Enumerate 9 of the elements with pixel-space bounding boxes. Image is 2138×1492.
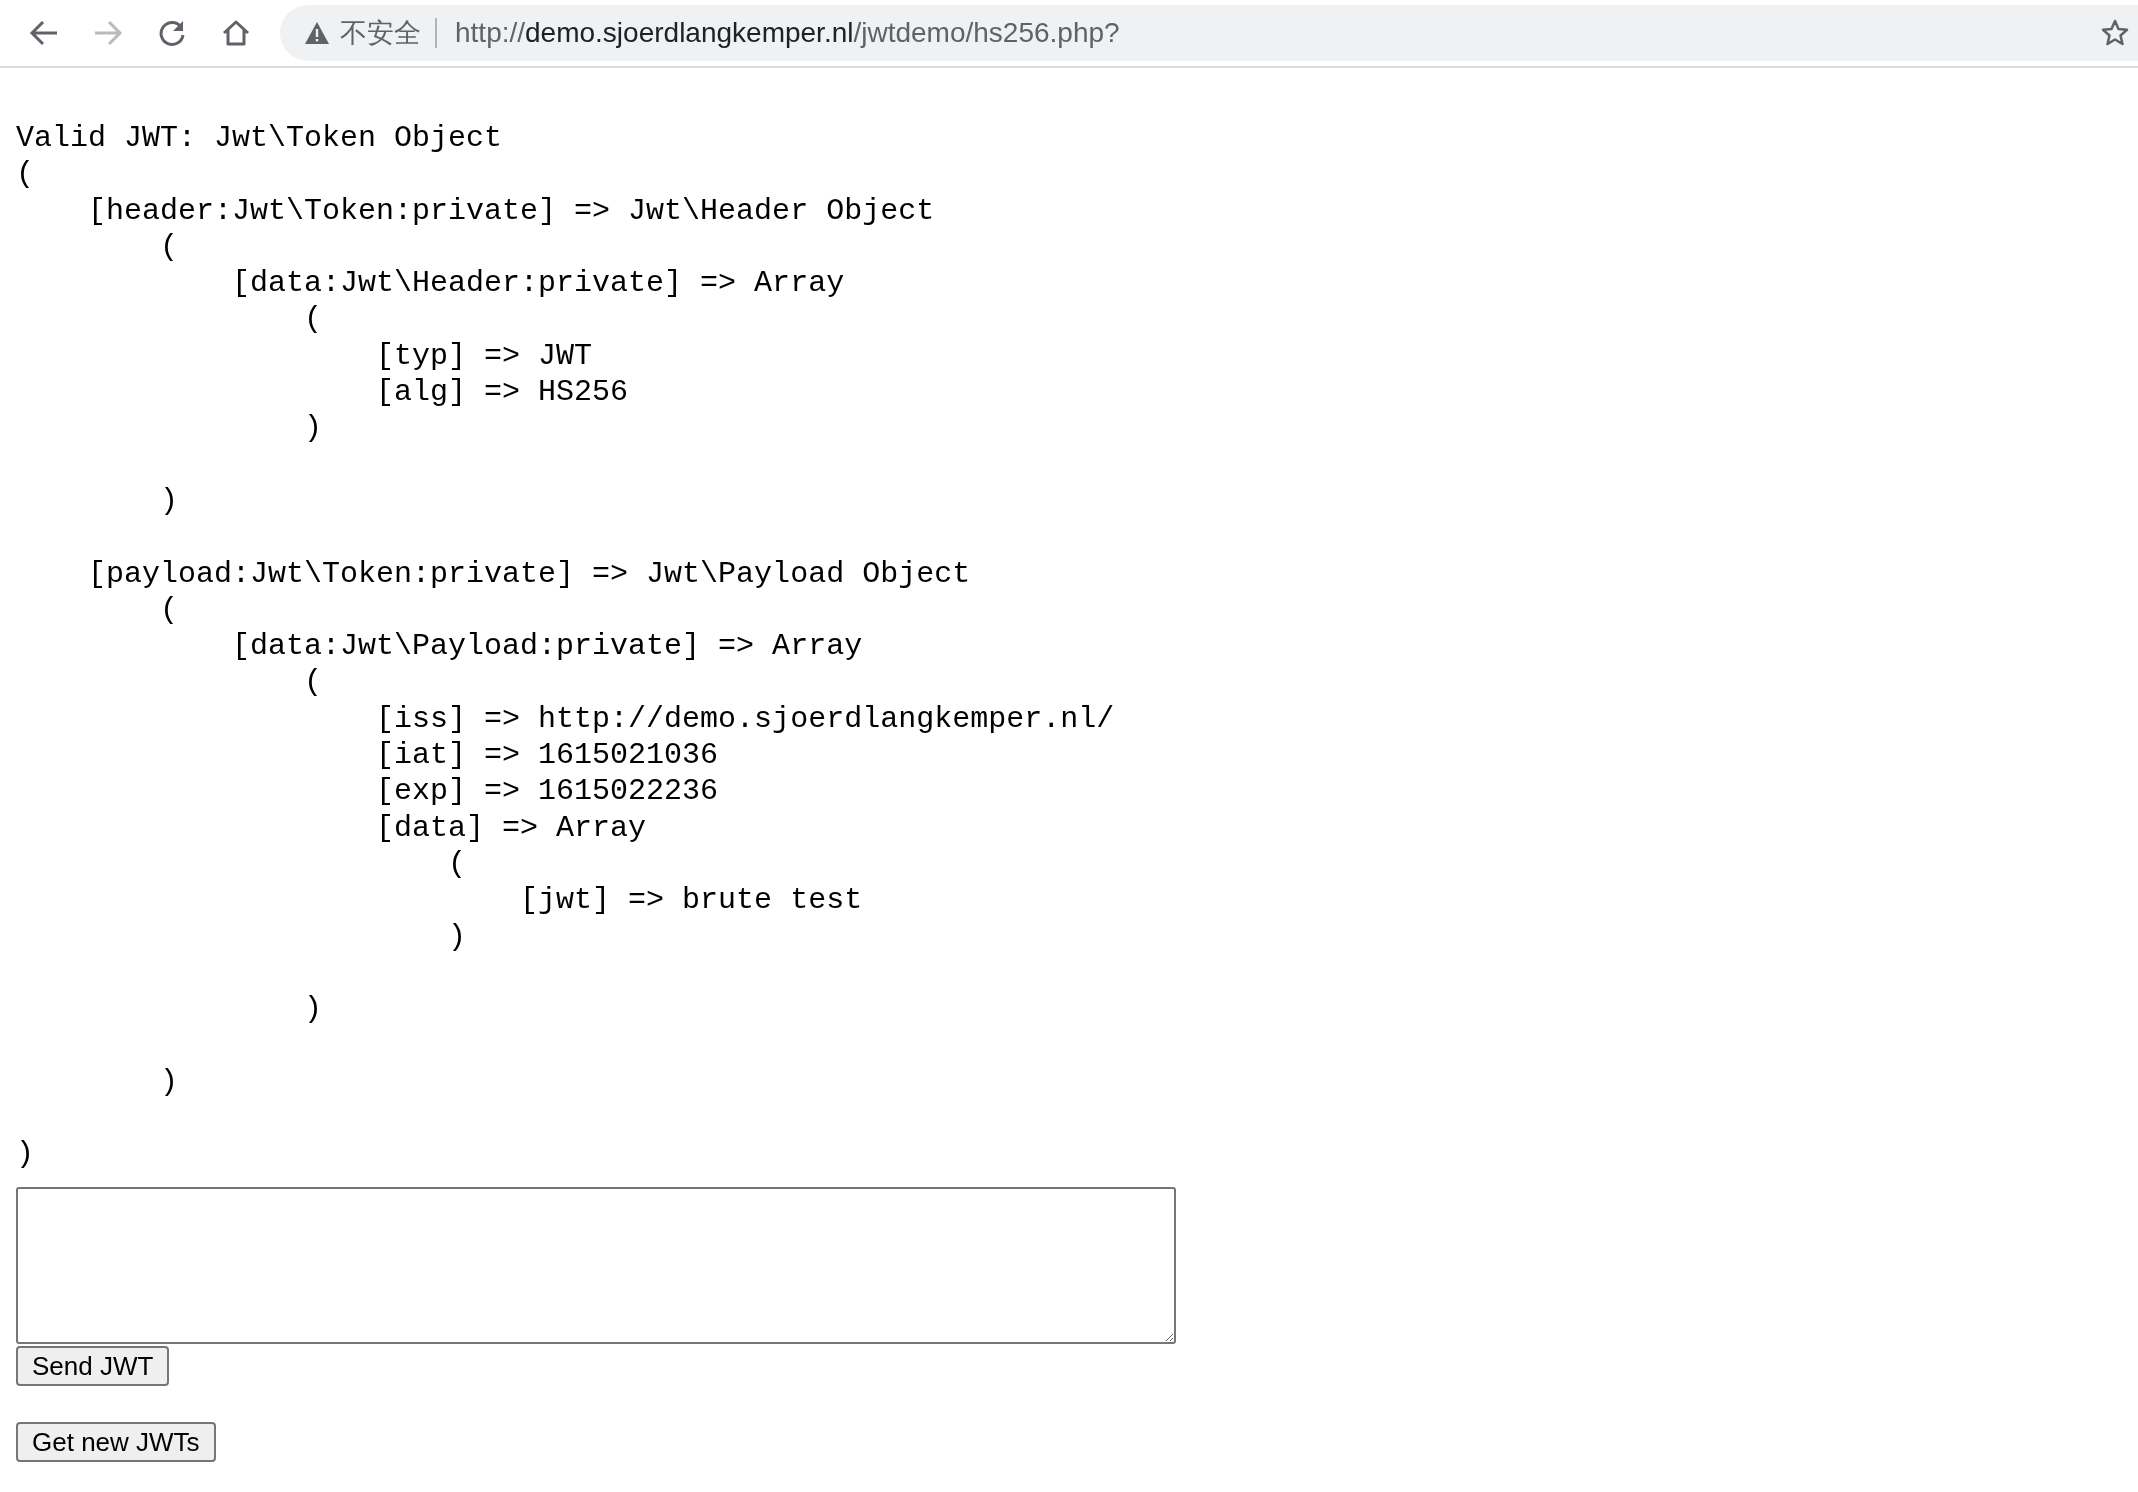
url-text: http://demo.sjoerdlangkemper.nl/jwtdemo/hs256.php? [454, 16, 1120, 50]
address-bar[interactable]: 不安全 http://demo.sjoerdlangkemper.nl/jwtdemo/hs256.php? [280, 5, 2138, 61]
input-field[interactable] [16, 1186, 1176, 1344]
security-label: 不安全 [330, 18, 437, 48]
warning-icon [304, 21, 330, 45]
get-new-button[interactable]: Get new JWTs [16, 1421, 216, 1462]
send-button[interactable]: Send JWT [16, 1345, 170, 1386]
code-output: Valid JWT: Jwt\Token Object ( [header:Jwt\Token:private] => Jwt\Header Object ( [data:Jwt\Header:private] => Array ( [typ] => JWT [alg] => HS256 ) ) [payload:Jwt\Token:private] => Jwt\Payload Object ( [data:Jwt\Payload:private] => Array ( [iss] => http://demo.sjoerdlangkemper.nl/ [iat] => 1615021036 [exp] => 1615022236 [data] => Array ( [jwt] => brute test ) ) ) ) [16, 120, 1116, 1173]
bookmark-star-icon[interactable] [2100, 18, 2130, 48]
